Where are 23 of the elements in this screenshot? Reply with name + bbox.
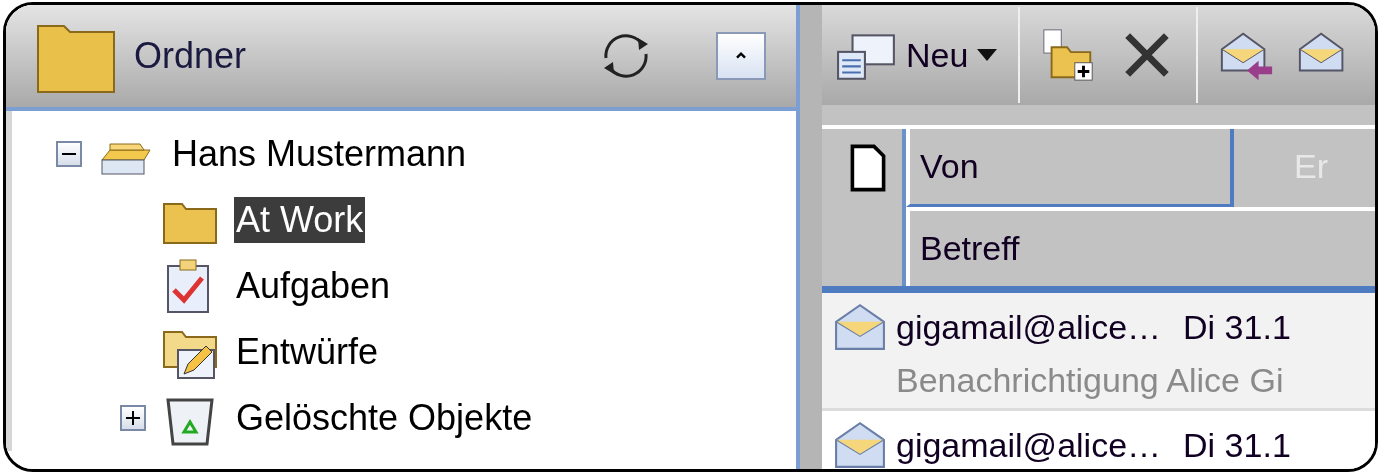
expander-icon[interactable] bbox=[56, 141, 82, 167]
open-envelope-icon bbox=[834, 419, 886, 469]
open-envelope-icon bbox=[834, 301, 886, 353]
tree-item[interactable]: At Work bbox=[234, 197, 366, 243]
tree-item[interactable]: Hans Mustermann bbox=[170, 131, 469, 177]
tree-item[interactable]: Gelöschte Objekte bbox=[234, 395, 535, 441]
collapse-button[interactable] bbox=[716, 32, 766, 80]
message-row[interactable]: gigamail@alice… Di 31.1 bbox=[822, 411, 1375, 469]
dropdown-caret-icon bbox=[976, 49, 999, 61]
new-button[interactable]: Neu bbox=[836, 29, 999, 81]
sender: gigamail@alice… bbox=[896, 307, 1162, 347]
column-header[interactable]: Von bbox=[906, 129, 1234, 207]
message-row[interactable]: gigamail@alice… Di 31.1 Benachrichtigung Alice Gi bbox=[822, 293, 1375, 411]
tree-item[interactable]: Aufgaben bbox=[234, 263, 393, 309]
pane-title: Ordner bbox=[134, 35, 248, 77]
tree-item[interactable]: Entwürfe bbox=[234, 329, 381, 375]
sender: gigamail@alice… bbox=[896, 425, 1162, 465]
date: Di 31.1 bbox=[1183, 307, 1291, 347]
expander-icon[interactable] bbox=[120, 405, 146, 431]
subject: Benachrichtigung Alice Gi bbox=[895, 360, 1285, 400]
column-header[interactable]: Betreff bbox=[906, 211, 1375, 286]
date: Di 31.1 bbox=[1183, 425, 1291, 465]
document-icon bbox=[850, 143, 886, 193]
